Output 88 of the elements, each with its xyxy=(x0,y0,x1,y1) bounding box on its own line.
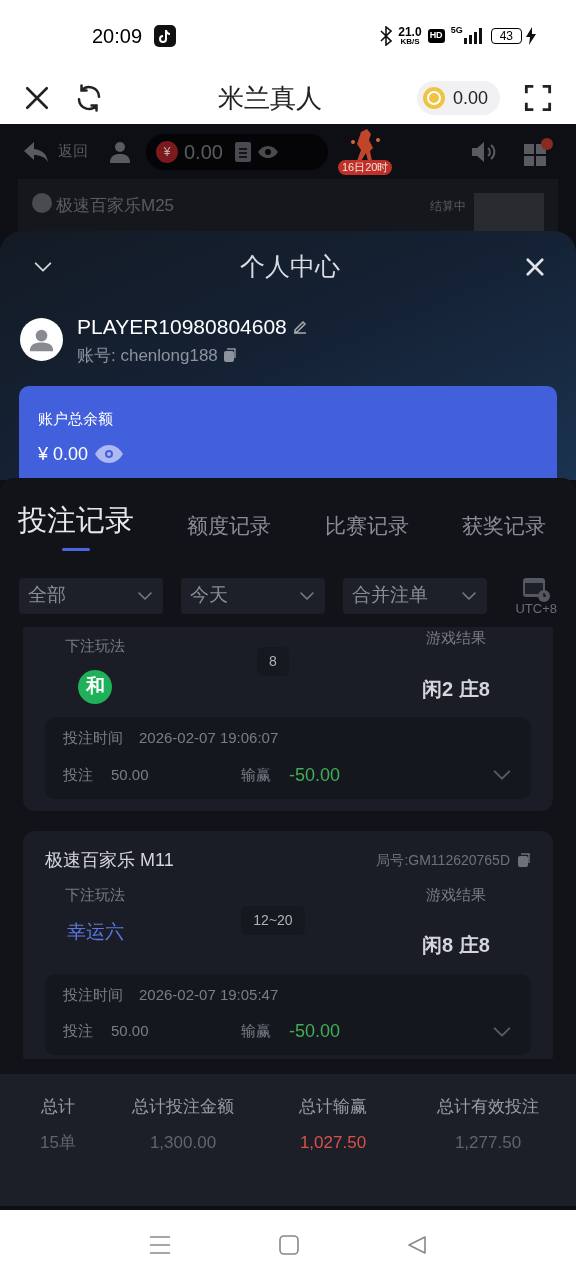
player-name: PLAYER10980804608 xyxy=(77,314,287,340)
time-label: 投注时间 xyxy=(63,728,123,748)
game-result: 闲2 庄8 xyxy=(422,676,490,702)
copy-icon[interactable] xyxy=(518,853,531,867)
account-id: 账号: chenlong188 xyxy=(77,344,218,367)
range-badge: 12~20 xyxy=(241,905,305,935)
panel-title: 个人中心 xyxy=(239,251,341,283)
total-value: 1,027.50 xyxy=(299,1131,367,1154)
bet-type: 幸运六 xyxy=(66,920,124,944)
tab[interactable]: 比赛记录 xyxy=(324,509,409,553)
table-icon xyxy=(32,193,52,213)
app-notification-icon xyxy=(154,25,177,47)
bet-type-label: 下注玩法 xyxy=(65,884,125,905)
status-time: 20:09 xyxy=(92,24,143,49)
apps-icon xyxy=(524,137,554,166)
total-label: 总计投注金额 xyxy=(132,1096,234,1118)
bet-badge: 和 xyxy=(78,669,112,704)
result-label: 游戏结果 xyxy=(426,884,486,905)
home-icon[interactable] xyxy=(279,1235,299,1255)
total-value: 15单 xyxy=(40,1131,76,1154)
stake-amount: 50.00 xyxy=(111,1021,150,1042)
document-icon xyxy=(234,141,251,162)
battery-level: 43 xyxy=(490,28,522,44)
back-link[interactable]: 返回 xyxy=(58,140,88,163)
bet-time: 2026-02-07 19:06:07 xyxy=(139,728,279,748)
fullscreen-icon xyxy=(524,84,552,112)
win-loss-label: 输赢 xyxy=(241,764,271,785)
signal-icon xyxy=(462,28,483,44)
fullscreen-button[interactable] xyxy=(524,84,552,112)
game-result: 闲8 庄8 xyxy=(422,933,490,958)
total-value: 1,277.50 xyxy=(454,1131,522,1154)
win-loss-label: 输赢 xyxy=(241,1021,271,1042)
calendar-clock-icon xyxy=(522,576,551,602)
volume-icon xyxy=(470,140,498,163)
event-badge: 16日20时 xyxy=(338,160,393,175)
filter-dropdown[interactable]: 今天 xyxy=(181,577,325,614)
stake-amount: 50.00 xyxy=(111,764,150,785)
table-status: 结算中 xyxy=(430,198,466,215)
stake-label: 投注 xyxy=(63,764,93,785)
charging-icon xyxy=(526,27,536,45)
back-icon[interactable] xyxy=(407,1235,427,1255)
copy-icon[interactable] xyxy=(223,348,237,363)
card-slot xyxy=(474,193,544,233)
coin-balance[interactable]: 0.00 xyxy=(416,81,500,115)
total-label: 总计有效投注 xyxy=(437,1096,539,1118)
bet-type-label: 下注玩法 xyxy=(65,636,125,656)
coin-amount: 0.00 xyxy=(452,86,488,110)
speed-unit: KB/S xyxy=(400,38,420,46)
total-label: 总计输赢 xyxy=(299,1096,367,1118)
coin-icon xyxy=(422,87,445,109)
tab[interactable]: 获奖记录 xyxy=(462,509,546,553)
stake-label: 投注 xyxy=(63,1021,93,1042)
close-button[interactable] xyxy=(24,85,50,111)
close-panel-button[interactable] xyxy=(526,258,544,276)
avatar-icon xyxy=(20,318,63,361)
total-label: 总计 xyxy=(41,1096,75,1118)
game-name: 极速百家乐 M11 xyxy=(45,848,174,872)
edit-icon[interactable] xyxy=(292,319,307,334)
user-icon xyxy=(110,140,130,163)
network-type: 5G xyxy=(450,24,463,37)
timezone-label: UTC+8 xyxy=(515,602,557,615)
network-speed: 21.0 xyxy=(398,26,422,38)
filter-dropdown[interactable]: 合并注单 xyxy=(343,577,487,614)
filter-dropdown[interactable]: 全部 xyxy=(19,577,163,614)
app-title: 米兰真人 xyxy=(217,81,324,115)
bluetooth-icon xyxy=(380,26,393,46)
hd-badge: HD xyxy=(427,29,445,43)
currency-badge: ¥ xyxy=(156,140,178,163)
total-balance: ¥ 0.00 xyxy=(38,442,89,466)
table-name: 极速百家乐M25 xyxy=(56,195,175,217)
back-arrow-icon xyxy=(22,139,50,164)
range-badge: 8 xyxy=(257,647,289,676)
balance-amount: 0.00 xyxy=(184,139,223,165)
close-icon xyxy=(526,258,544,276)
balance-label: 账户总余额 xyxy=(38,409,114,429)
tab[interactable]: 投注记录 xyxy=(18,498,134,553)
timezone-button[interactable]: UTC+8 xyxy=(515,576,557,615)
time-label: 投注时间 xyxy=(63,984,123,1005)
eye-icon xyxy=(256,144,279,159)
round-number: 局号:GM112620765D xyxy=(376,850,510,870)
close-icon xyxy=(24,85,50,111)
total-value: 1,300.00 xyxy=(149,1131,217,1154)
result-label: 游戏结果 xyxy=(426,628,486,648)
win-loss-amount: -50.00 xyxy=(289,763,341,787)
bet-time: 2026-02-07 19:05:47 xyxy=(139,984,279,1005)
eye-icon[interactable] xyxy=(94,444,125,464)
win-loss-amount: -50.00 xyxy=(289,1020,341,1043)
tab[interactable]: 额度记录 xyxy=(187,509,272,553)
